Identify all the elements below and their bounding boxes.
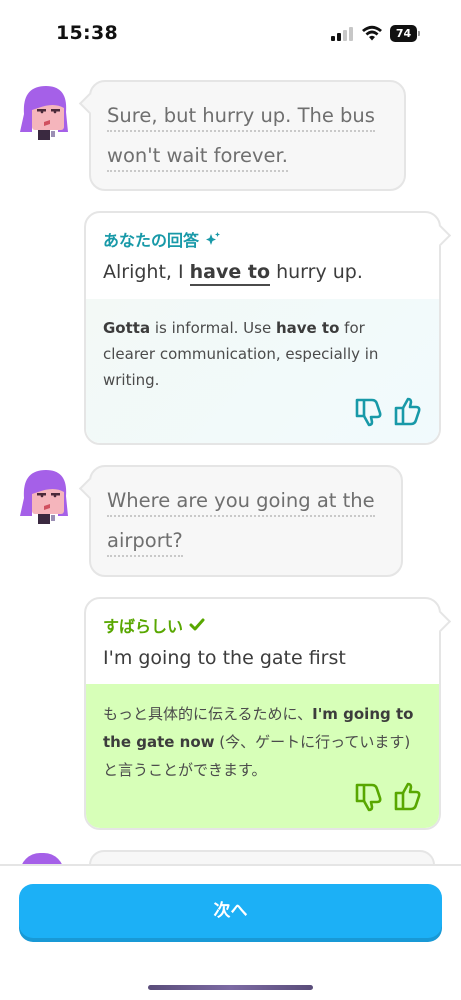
home-indicator bbox=[148, 985, 313, 990]
thumbs-down-icon[interactable] bbox=[353, 782, 384, 812]
answer-label: すばらしい bbox=[103, 613, 421, 637]
status-bar: 15:38 74 bbox=[0, 0, 461, 64]
feedback-text: もっと具体的に伝えるために、I'm going to the gate now … bbox=[103, 705, 414, 779]
user-answer-text: I'm going to the gate first bbox=[103, 647, 346, 669]
feedback-text: Gotta is informal. Use have to for clear… bbox=[103, 319, 379, 389]
feedback-panel: Gotta is informal. Use have to for clear… bbox=[86, 299, 439, 443]
thumbs-up-icon[interactable] bbox=[392, 782, 423, 812]
user-answer-card: すばらしい I'm going to the gate first もっと具体的… bbox=[84, 597, 452, 830]
character-speech-text: Where are you going at the airport? bbox=[107, 481, 385, 561]
thumbs-up-icon[interactable] bbox=[392, 397, 423, 427]
sparkle-icon bbox=[206, 232, 221, 245]
battery-icon: 74 bbox=[390, 25, 420, 42]
answer-label: あなたの回答 bbox=[103, 227, 421, 251]
battery-level: 74 bbox=[390, 25, 417, 42]
user-answer-card: あなたの回答 Alright, I have to hurry up. Gott… bbox=[84, 211, 452, 445]
checkmark-icon bbox=[189, 618, 205, 631]
footer-divider bbox=[0, 864, 461, 866]
lily-character-avatar bbox=[20, 86, 68, 140]
next-button[interactable]: 次へ bbox=[19, 884, 442, 938]
character-speech-bubble: Where are you going at the airport? bbox=[78, 465, 403, 577]
wifi-icon bbox=[362, 25, 382, 41]
user-answer-text: Alright, I have to hurry up. bbox=[103, 261, 421, 286]
status-time: 15:38 bbox=[56, 22, 118, 44]
cellular-signal-icon bbox=[331, 27, 353, 41]
lily-character-avatar bbox=[20, 470, 68, 524]
character-speech-text: Sure, but hurry up. The bus won't wait f… bbox=[107, 96, 388, 176]
feedback-panel: もっと具体的に伝えるために、I'm going to the gate now … bbox=[86, 684, 439, 828]
answer-highlight: have to bbox=[189, 261, 271, 286]
character-speech-bubble: Sure, but hurry up. The bus won't wait f… bbox=[78, 80, 406, 191]
thumbs-down-icon[interactable] bbox=[353, 397, 384, 427]
